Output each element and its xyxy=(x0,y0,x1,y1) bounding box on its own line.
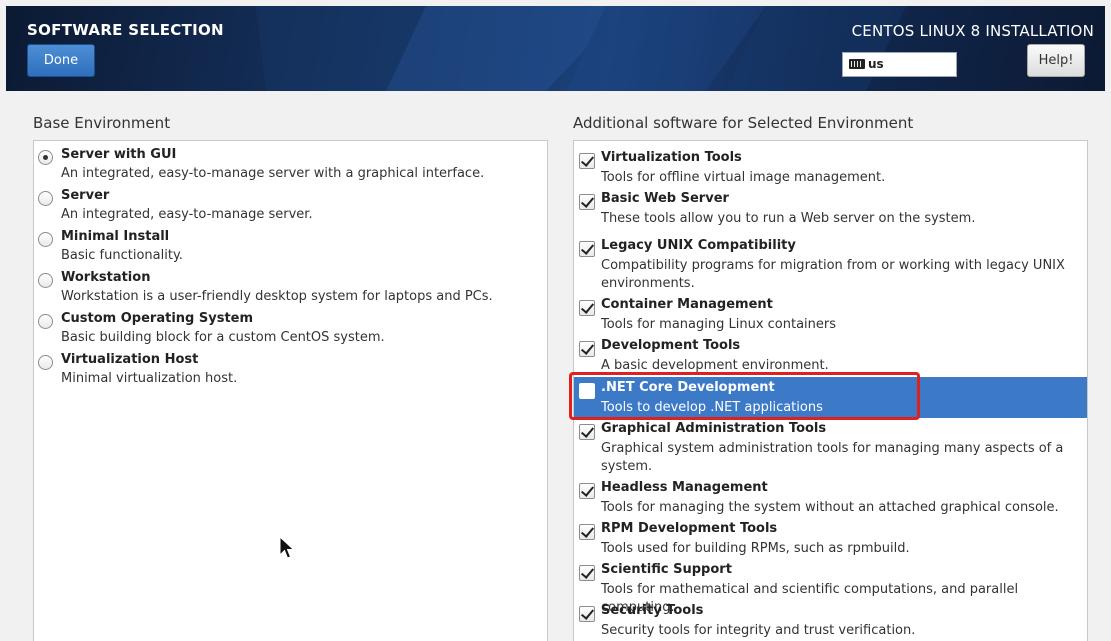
addon-desc: Security tools for integrity and trust v… xyxy=(601,623,916,638)
checkbox-checked[interactable] xyxy=(579,300,595,316)
env-item-name: Minimal Install xyxy=(61,229,170,244)
header-background-art xyxy=(256,6,906,91)
addon-container-management[interactable]: Container Management Tools for managing … xyxy=(574,294,1087,335)
env-item-workstation[interactable]: Workstation Workstation is a user-friend… xyxy=(34,267,547,308)
mouse-pointer-icon xyxy=(279,536,295,559)
addon-desc: Tools for managing Linux containers xyxy=(601,317,837,332)
checkbox-checked[interactable] xyxy=(579,194,595,210)
additional-software-heading: Additional software for Selected Environ… xyxy=(573,114,914,132)
addon-headless-management[interactable]: Headless Management Tools for managing t… xyxy=(574,477,1087,518)
addon-development-tools[interactable]: Development Tools A basic development en… xyxy=(574,335,1087,376)
radio-button[interactable] xyxy=(38,273,53,288)
radio-button[interactable] xyxy=(38,191,53,206)
env-item-name: Server with GUI xyxy=(61,147,177,162)
addon-name: Scientific Support xyxy=(601,562,732,577)
addon-desc: Compatibility programs for migration fro… xyxy=(601,258,1065,291)
checkbox-checked[interactable] xyxy=(579,241,595,257)
addon-name: Security Tools xyxy=(601,603,704,618)
checkbox-checked[interactable] xyxy=(579,424,595,440)
env-item-desc: Workstation is a user-friendly desktop s… xyxy=(61,289,493,304)
done-button[interactable]: Done xyxy=(27,44,95,77)
addon-desc: These tools allow you to run a Web serve… xyxy=(601,211,976,226)
addon-name: Development Tools xyxy=(601,338,741,353)
checkbox-checked[interactable] xyxy=(579,341,595,357)
env-item-desc: An integrated, easy-to-manage server wit… xyxy=(61,166,485,181)
addon-name: Virtualization Tools xyxy=(601,150,742,165)
additional-software-list: Virtualization Tools Tools for offline v… xyxy=(573,140,1088,641)
addon-desc: Tools to develop .NET applications xyxy=(601,400,823,415)
keyboard-icon xyxy=(849,59,865,69)
addon-name: .NET Core Development xyxy=(601,380,775,395)
env-item-name: Virtualization Host xyxy=(61,352,199,367)
keyboard-layout-indicator[interactable]: us xyxy=(842,52,957,77)
addon-legacy-unix-compatibility[interactable]: Legacy UNIX Compatibility Compatibility … xyxy=(574,235,1087,294)
checkbox-unchecked[interactable] xyxy=(579,383,595,399)
env-item-name: Server xyxy=(61,188,110,203)
page-title: SOFTWARE SELECTION xyxy=(27,21,224,39)
addon-name: Legacy UNIX Compatibility xyxy=(601,238,796,253)
addon-desc: A basic development environment. xyxy=(601,358,829,373)
env-item-desc: Basic building block for a custom CentOS… xyxy=(61,330,385,345)
header-bar: SOFTWARE SELECTION Done CENTOS LINUX 8 I… xyxy=(6,6,1105,91)
radio-button-selected[interactable] xyxy=(38,150,53,165)
env-item-virtualization-host[interactable]: Virtualization Host Minimal virtualizati… xyxy=(34,349,547,390)
addon-desc: Graphical system administration tools fo… xyxy=(601,441,1064,474)
addon-name: Container Management xyxy=(601,297,773,312)
env-item-name: Workstation xyxy=(61,270,151,285)
checkbox-checked[interactable] xyxy=(579,524,595,540)
addon-rpm-development-tools[interactable]: RPM Development Tools Tools used for bui… xyxy=(574,518,1087,559)
addon-name: RPM Development Tools xyxy=(601,521,778,536)
env-item-server-with-gui[interactable]: Server with GUI An integrated, easy-to-m… xyxy=(34,144,547,185)
radio-button[interactable] xyxy=(38,314,53,329)
env-item-minimal-install[interactable]: Minimal Install Basic functionality. xyxy=(34,226,547,267)
addon-graphical-administration-tools[interactable]: Graphical Administration Tools Graphical… xyxy=(574,418,1087,477)
radio-button[interactable] xyxy=(38,232,53,247)
checkbox-checked[interactable] xyxy=(579,565,595,581)
base-environment-list: Server with GUI An integrated, easy-to-m… xyxy=(33,140,548,641)
help-button[interactable]: Help! xyxy=(1027,44,1085,77)
radio-button[interactable] xyxy=(38,355,53,370)
base-environment-heading: Base Environment xyxy=(33,114,171,132)
checkbox-checked[interactable] xyxy=(579,483,595,499)
installation-title: CENTOS LINUX 8 INSTALLATION xyxy=(851,22,1094,40)
env-item-desc: Minimal virtualization host. xyxy=(61,371,238,386)
env-item-name: Custom Operating System xyxy=(61,311,254,326)
checkbox-checked[interactable] xyxy=(579,153,595,169)
env-item-desc: Basic functionality. xyxy=(61,248,183,263)
addon-desc: Tools for managing the system without an… xyxy=(601,500,1059,515)
addon-desc: Tools used for building RPMs, such as rp… xyxy=(601,541,910,556)
addon-dotnet-core-development[interactable]: .NET Core Development Tools to develop .… xyxy=(574,377,1087,418)
checkbox-checked[interactable] xyxy=(579,606,595,622)
addon-basic-web-server[interactable]: Basic Web Server These tools allow you t… xyxy=(574,188,1087,229)
env-item-custom-operating-system[interactable]: Custom Operating System Basic building b… xyxy=(34,308,547,349)
addon-name: Graphical Administration Tools xyxy=(601,421,827,436)
addon-name: Basic Web Server xyxy=(601,191,729,206)
keyboard-layout-label: us xyxy=(868,57,884,71)
addon-scientific-support[interactable]: Scientific Support Tools for mathematica… xyxy=(574,559,1087,615)
addon-security-tools[interactable]: Security Tools Security tools for integr… xyxy=(574,600,1087,641)
env-item-server[interactable]: Server An integrated, easy-to-manage ser… xyxy=(34,185,547,226)
env-item-desc: An integrated, easy-to-manage server. xyxy=(61,207,313,222)
addon-desc: Tools for offline virtual image manageme… xyxy=(601,170,886,185)
addon-virtualization-tools[interactable]: Virtualization Tools Tools for offline v… xyxy=(574,147,1087,188)
addon-name: Headless Management xyxy=(601,480,768,495)
